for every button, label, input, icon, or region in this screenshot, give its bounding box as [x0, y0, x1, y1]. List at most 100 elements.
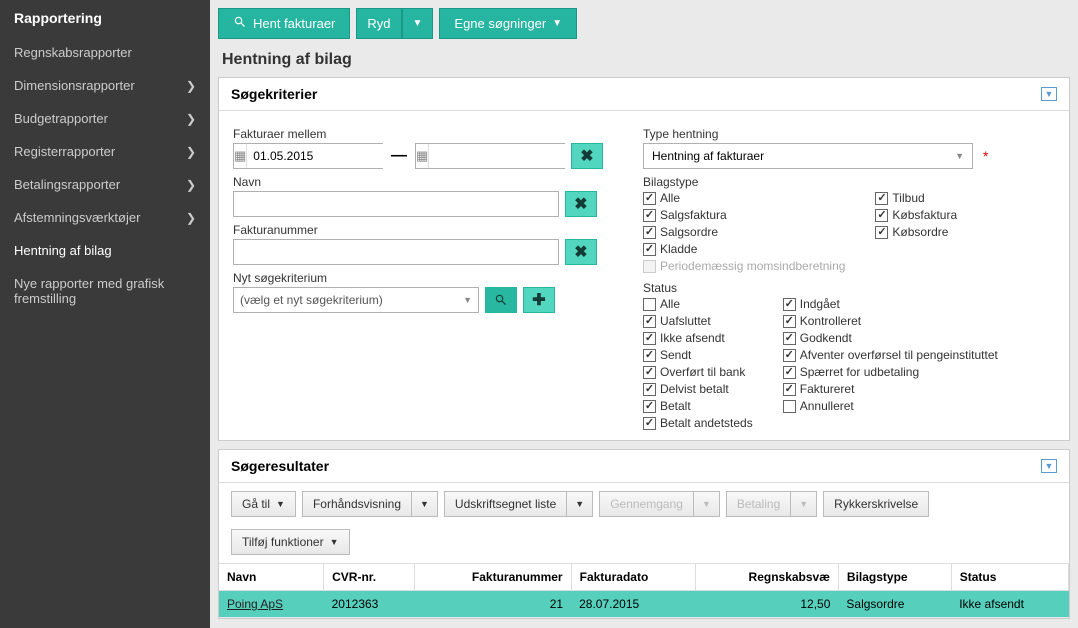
- checkbox-item[interactable]: Annulleret: [783, 399, 998, 413]
- checkbox-item[interactable]: ✓Kladde: [643, 242, 845, 256]
- checkbox-item[interactable]: ✓Købsordre: [875, 225, 957, 239]
- chevron-right-icon: ❯: [186, 178, 196, 192]
- checkbox-label: Indgået: [800, 297, 840, 311]
- main: Hent fakturaer Ryd ▼ Egne søgninger ▼ He…: [210, 0, 1078, 628]
- checkbox-item[interactable]: ✓Betalt andetsteds: [643, 416, 753, 430]
- fetch-invoices-button[interactable]: Hent fakturaer: [218, 8, 350, 39]
- checkbox-item[interactable]: ✓Kontrolleret: [783, 314, 998, 328]
- checkbox-item[interactable]: ✓Ikke afsendt: [643, 331, 753, 345]
- add-criterion-button[interactable]: ✚: [523, 287, 555, 313]
- checkbox-item[interactable]: ✓Delvist betalt: [643, 382, 753, 396]
- checkbox-label: Salgsordre: [660, 225, 718, 239]
- bilagstype-label: Bilagstype: [643, 175, 1055, 189]
- search-icon: [494, 293, 508, 307]
- caret-down-icon: ▼: [420, 499, 429, 509]
- checkbox-label: Salgsfaktura: [660, 208, 727, 222]
- checkbox-label: Afventer overførsel til pengeinstituttet: [800, 348, 998, 362]
- checkbox-item[interactable]: ✓Afventer overførsel til pengeinstitutte…: [783, 348, 998, 362]
- checkbox-label: Godkendt: [800, 331, 852, 345]
- checkbox-icon: ✓: [783, 315, 796, 328]
- panel-collapse-button[interactable]: ▼: [1041, 459, 1057, 473]
- print-list-dropdown-button[interactable]: ▼: [566, 491, 593, 517]
- clear-button[interactable]: Ryd: [356, 8, 401, 39]
- sidebar-item-label: Nye rapporter med grafisk fremstilling: [14, 276, 196, 306]
- sidebar-item[interactable]: Betalingsrapporter❯: [0, 168, 210, 201]
- new-criterion-label: Nyt søgekriterium: [233, 271, 603, 285]
- checkbox-item[interactable]: ✓Købsfaktura: [875, 208, 957, 222]
- reminder-button[interactable]: Rykkerskrivelse: [823, 491, 929, 517]
- preview-dropdown-button[interactable]: ▼: [411, 491, 438, 517]
- criteria-header: Søgekriterier ▼: [219, 78, 1069, 111]
- checkbox-item[interactable]: ✓Salgsfaktura: [643, 208, 845, 222]
- preview-button[interactable]: Forhåndsvisning: [302, 491, 411, 517]
- sidebar-item[interactable]: Afstemningsværktøjer❯: [0, 201, 210, 234]
- col-invoice-date[interactable]: Fakturadato: [571, 564, 695, 591]
- sidebar-item[interactable]: Budgetrapporter❯: [0, 102, 210, 135]
- sidebar-item[interactable]: Hentning af bilag: [0, 234, 210, 267]
- sidebar-item[interactable]: Nye rapporter med grafisk fremstilling: [0, 267, 210, 315]
- col-bilagstype[interactable]: Bilagstype: [838, 564, 951, 591]
- clear-invoice-no-button[interactable]: ✖: [565, 239, 597, 265]
- clear-dropdown-button[interactable]: ▼: [402, 8, 434, 39]
- type-fetch-select[interactable]: Hentning af fakturaer ▼: [643, 143, 973, 169]
- invoice-no-input[interactable]: [233, 239, 559, 265]
- checkbox-item[interactable]: ✓Sendt: [643, 348, 753, 362]
- clear-date-button[interactable]: ✖: [571, 143, 603, 169]
- row-name-link[interactable]: Poing ApS: [227, 597, 283, 611]
- panel-collapse-button[interactable]: ▼: [1041, 87, 1057, 101]
- caret-down-icon: ▼: [799, 499, 808, 509]
- checkbox-item[interactable]: ✓Tilbud: [875, 191, 957, 205]
- checkbox-item[interactable]: ✓Spærret for udbetaling: [783, 365, 998, 379]
- checkbox-label: Betalt andetsteds: [660, 416, 753, 430]
- caret-down-icon: ▼: [413, 18, 423, 29]
- checkbox-label: Alle: [660, 297, 680, 311]
- checkbox-item[interactable]: ✓Godkendt: [783, 331, 998, 345]
- checkbox-label: Periodemæssig momsindberetning: [660, 259, 845, 273]
- checkbox-label: Betalt: [660, 399, 691, 413]
- col-accounting[interactable]: Regnskabsvæ: [696, 564, 839, 591]
- sidebar-item[interactable]: Registerrapporter❯: [0, 135, 210, 168]
- goto-button[interactable]: Gå til▼: [231, 491, 296, 517]
- checkbox-item[interactable]: ✓Faktureret: [783, 382, 998, 396]
- new-criterion-select[interactable]: (vælg et nyt søgekriterium) ▼: [233, 287, 479, 313]
- table-row[interactable]: Poing ApS20123632128.07.201512,50Salgsor…: [219, 591, 1069, 618]
- calendar-icon: ▦: [416, 144, 429, 168]
- checkbox-label: Ikke afsendt: [660, 331, 725, 345]
- date-to-input[interactable]: ▦: [415, 143, 565, 169]
- checkbox-item[interactable]: ✓Indgået: [783, 297, 998, 311]
- col-invoice-no[interactable]: Fakturanummer: [415, 564, 571, 591]
- own-searches-button[interactable]: Egne søgninger ▼: [439, 8, 577, 39]
- date-range-label: Fakturaer mellem: [233, 127, 603, 141]
- search-criterion-button[interactable]: [485, 287, 517, 313]
- payment-button: Betaling: [726, 491, 790, 517]
- results-header: Søgeresultater ▼: [219, 450, 1069, 483]
- sidebar-item-label: Dimensionsrapporter: [14, 78, 135, 93]
- sidebar-item[interactable]: Dimensionsrapporter❯: [0, 69, 210, 102]
- name-label: Navn: [233, 175, 603, 189]
- table-cell: Salgsordre: [838, 591, 951, 618]
- col-status[interactable]: Status: [951, 564, 1068, 591]
- checkbox-item[interactable]: ✓ Betalt: [643, 399, 753, 413]
- checkbox-item[interactable]: Alle: [643, 297, 753, 311]
- checkbox-icon: ✓: [875, 209, 888, 222]
- clear-name-button[interactable]: ✖: [565, 191, 597, 217]
- results-toolbar: Gå til▼ Forhåndsvisning ▼ Udskriftsegnet…: [219, 483, 1069, 564]
- sidebar-item-label: Budgetrapporter: [14, 111, 108, 126]
- col-cvr[interactable]: CVR-nr.: [324, 564, 415, 591]
- checkbox-icon: ✓: [875, 226, 888, 239]
- checkbox-item[interactable]: ✓Salgsordre: [643, 225, 845, 239]
- add-functions-button[interactable]: Tilføj funktioner▼: [231, 529, 350, 555]
- print-list-button[interactable]: Udskriftsegnet liste: [444, 491, 566, 517]
- caret-down-icon: ▼: [552, 18, 562, 29]
- checkbox-item[interactable]: ✓Alle: [643, 191, 845, 205]
- checkbox-icon: ✓: [643, 400, 656, 413]
- col-name[interactable]: Navn: [219, 564, 324, 591]
- checkbox-icon: ✓: [783, 366, 796, 379]
- checkbox-item[interactable]: ✓Overført til bank: [643, 365, 753, 379]
- checkbox-icon: [643, 260, 656, 273]
- sidebar-item[interactable]: Regnskabsrapporter: [0, 36, 210, 69]
- name-input[interactable]: [233, 191, 559, 217]
- date-from-input[interactable]: ▦: [233, 143, 383, 169]
- checkbox-icon: [643, 298, 656, 311]
- checkbox-item[interactable]: ✓Uafsluttet: [643, 314, 753, 328]
